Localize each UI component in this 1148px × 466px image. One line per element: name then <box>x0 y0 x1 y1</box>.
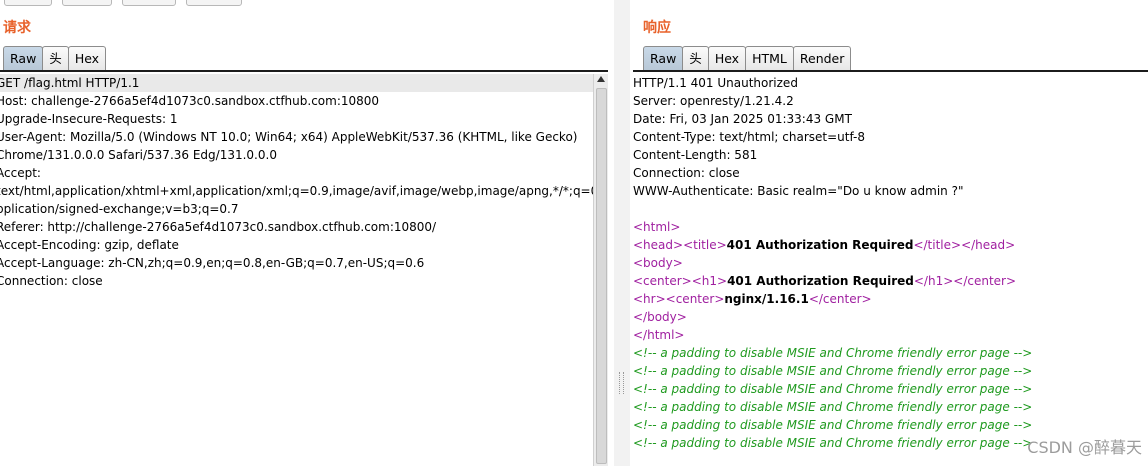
response-body-segment: nginx/1.16.1 <box>724 292 809 306</box>
request-line: Accept: <box>0 166 41 180</box>
response-body-segment: </html> <box>633 328 685 342</box>
response-body-segment: </center> <box>808 292 872 306</box>
response-body-segment: </head> <box>961 238 1016 252</box>
request-editor[interactable]: GET /flag.html HTTP/1.1 Host: challenge-2… <box>0 74 593 466</box>
request-tab-raw[interactable]: Raw <box>3 46 44 71</box>
response-body-segment: <!-- a padding to disable MSIE and Chrom… <box>633 436 1033 450</box>
response-header-line: Content-Length: 581 <box>633 148 758 162</box>
response-body-line: <center><h1>401 Authorization Required</… <box>633 272 1148 290</box>
response-body-segment: </body> <box>633 310 687 324</box>
request-line: text/html,application/xhtml+xml,applicat… <box>0 184 593 198</box>
response-body-segment: <title> <box>683 238 727 252</box>
response-editor[interactable]: HTTP/1.1 401 Unauthorized Server: openres… <box>633 74 1148 466</box>
request-line: pplication/signed-exchange;v=b3;q=0.7 <box>0 202 239 216</box>
request-tabs: Raw 头 Hex <box>3 45 107 71</box>
response-body-segment: <hr> <box>633 292 666 306</box>
response-body-line: <html> <box>633 218 1148 236</box>
request-line: Connection: close <box>0 274 103 288</box>
response-body-line: <!-- a padding to disable MSIE and Chrom… <box>633 344 1148 362</box>
response-body-segment: 401 Authorization Required <box>726 238 914 252</box>
request-title: 请求 <box>3 20 31 36</box>
request-line: GET /flag.html HTTP/1.1 <box>0 74 593 92</box>
request-line: User-Agent: Mozilla/5.0 (Windows NT 10.0… <box>0 130 578 144</box>
response-body-segment: <center> <box>633 274 692 288</box>
response-tabs: Raw 头 Hex HTML Render <box>643 45 852 71</box>
watermark: CSDN @醉暮天 <box>1027 438 1142 457</box>
response-body-segment: </center> <box>953 274 1017 288</box>
request-pane: 请求 Raw 头 Hex GET /flag.html HTTP/1.1 Host… <box>0 0 614 466</box>
response-body-line: <!-- a padding to disable MSIE and Chrom… <box>633 398 1148 416</box>
request-line: Referer: http://challenge-2766a5ef4d1073… <box>0 220 437 234</box>
request-tab-hex[interactable]: Hex <box>67 46 107 71</box>
request-line: Host: challenge-2766a5ef4d1073c0.sandbox… <box>0 94 380 108</box>
response-tab-html[interactable]: HTML <box>745 46 794 71</box>
response-body-line: </body> <box>633 308 1148 326</box>
response-body-segment: <!-- a padding to disable MSIE and Chrom… <box>633 364 1033 378</box>
response-tab-headers[interactable]: 头 <box>682 46 709 71</box>
response-body-line: </html> <box>633 326 1148 344</box>
request-tab-divider <box>0 70 608 72</box>
response-tab-render[interactable]: Render <box>792 46 852 71</box>
request-line: Accept-Encoding: gzip, deflate <box>0 238 179 252</box>
response-body-line: <head><title>401 Authorization Required<… <box>633 236 1148 254</box>
response-header-line: WWW-Authenticate: Basic realm="Do u know… <box>633 184 964 198</box>
request-line: Chrome/131.0.0.0 Safari/537.36 Edg/131.0… <box>0 148 277 162</box>
response-header-line: Connection: close <box>633 166 740 180</box>
scrollbar-thumb[interactable] <box>596 88 607 464</box>
response-body-segment: <center> <box>665 292 725 306</box>
response-body-line: <!-- a padding to disable MSIE and Chrom… <box>633 362 1148 380</box>
response-body-segment: 401 Authorization Required <box>727 274 914 288</box>
request-line: Upgrade-Insecure-Requests: 1 <box>0 112 178 126</box>
response-body-line: <hr><center>nginx/1.16.1</center> <box>633 290 1148 308</box>
response-tab-raw[interactable]: Raw <box>643 46 684 71</box>
pane-splitter[interactable] <box>614 0 630 466</box>
splitter-grip-icon[interactable] <box>619 372 624 394</box>
request-scrollbar[interactable] <box>593 74 608 466</box>
response-pane: 响应 Raw 头 Hex HTML Render HTTP/1.1 401 Un… <box>630 0 1148 466</box>
response-tab-divider <box>633 70 1148 72</box>
response-body-segment: </title> <box>913 238 962 252</box>
response-header-line: Server: openresty/1.21.4.2 <box>633 94 794 108</box>
response-header-line: Date: Fri, 03 Jan 2025 01:33:43 GMT <box>633 112 852 126</box>
response-header-line: HTTP/1.1 401 Unauthorized <box>633 76 798 90</box>
scroll-up-arrow-icon[interactable] <box>597 76 605 82</box>
request-line: Accept-Language: zh-CN,zh;q=0.9,en;q=0.8… <box>0 256 425 270</box>
response-header-line <box>633 200 1148 218</box>
response-body-segment: <html> <box>633 220 681 234</box>
response-title: 响应 <box>643 20 671 36</box>
request-tab-headers[interactable]: 头 <box>42 46 69 71</box>
response-body-segment: </h1> <box>913 274 954 288</box>
response-body-line: <body> <box>633 254 1148 272</box>
response-body-segment: <body> <box>633 256 683 270</box>
response-body-segment: <!-- a padding to disable MSIE and Chrom… <box>633 382 1033 396</box>
response-body-segment: <h1> <box>691 274 728 288</box>
response-body-segment: <!-- a padding to disable MSIE and Chrom… <box>633 346 1033 360</box>
response-body-segment: <!-- a padding to disable MSIE and Chrom… <box>633 418 1033 432</box>
response-tab-hex[interactable]: Hex <box>707 46 747 71</box>
response-header-line: Content-Type: text/html; charset=utf-8 <box>633 130 866 144</box>
response-body-line: <!-- a padding to disable MSIE and Chrom… <box>633 380 1148 398</box>
response-body-line: <!-- a padding to disable MSIE and Chrom… <box>633 416 1148 434</box>
response-body-segment: <head> <box>633 238 684 252</box>
response-body-segment: <!-- a padding to disable MSIE and Chrom… <box>633 400 1033 414</box>
